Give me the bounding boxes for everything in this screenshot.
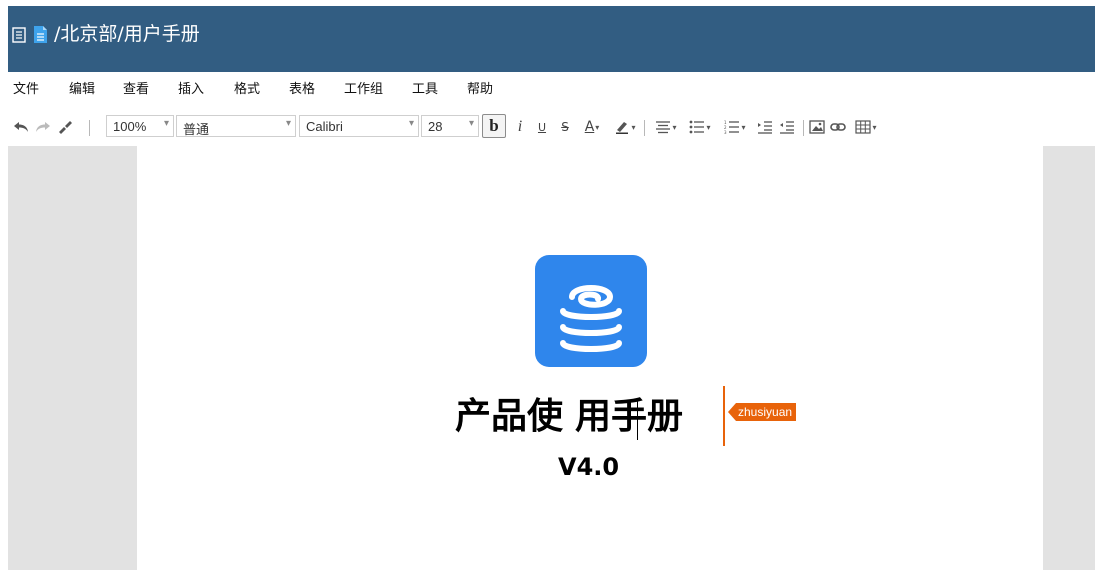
underline-button[interactable]: U bbox=[534, 115, 550, 139]
menu-help[interactable]: 帮助 bbox=[467, 82, 493, 98]
redo-icon[interactable] bbox=[34, 115, 52, 139]
collaborator-cursor bbox=[723, 386, 725, 446]
highlight-icon bbox=[616, 122, 629, 134]
indent-decrease-icon[interactable] bbox=[778, 115, 796, 139]
document-icon bbox=[34, 26, 47, 43]
text-cursor bbox=[637, 398, 638, 440]
collaborator-label: zhusiyuan bbox=[728, 403, 797, 421]
chevron-down-icon: ▾ bbox=[285, 118, 291, 129]
font-color-icon: A bbox=[584, 119, 595, 135]
highlight-button[interactable]: ▾ bbox=[611, 115, 639, 139]
font-size-select[interactable]: 28 ▾ bbox=[421, 115, 479, 137]
document-title-part1: 产品使 bbox=[455, 396, 564, 437]
insert-image-icon[interactable] bbox=[808, 115, 826, 139]
document-list-icon[interactable] bbox=[12, 27, 26, 43]
align-button[interactable]: ▾ bbox=[652, 115, 680, 139]
app-logo-icon bbox=[535, 255, 647, 367]
menu-bar: 文件 编辑 查看 插入 格式 表格 工作组 工具 帮助 bbox=[8, 72, 1095, 106]
menu-table[interactable]: 表格 bbox=[289, 82, 315, 98]
collaborator-flag-arrow bbox=[728, 403, 736, 421]
document-version[interactable]: V4.0 bbox=[558, 451, 619, 483]
document-title-part2: 用手册 bbox=[575, 396, 684, 437]
paragraph-style-select[interactable]: 普通 ▾ bbox=[176, 115, 296, 137]
numbered-list-icon: 123 bbox=[724, 120, 740, 134]
svg-text:3: 3 bbox=[724, 130, 727, 134]
chevron-down-icon: ▾ bbox=[408, 118, 414, 129]
undo-icon[interactable] bbox=[12, 115, 30, 139]
numbered-list-button[interactable]: 1 2 3 ▾ bbox=[720, 115, 750, 139]
bold-button[interactable]: b bbox=[482, 114, 506, 138]
collaborator-name: zhusiyuan bbox=[736, 403, 797, 421]
indent-increase-icon[interactable] bbox=[756, 115, 774, 139]
font-family-select[interactable]: Calibri ▾ bbox=[299, 115, 419, 137]
strikethrough-button[interactable]: S bbox=[557, 115, 573, 139]
menu-edit[interactable]: 编辑 bbox=[69, 82, 95, 98]
bullet-list-button[interactable]: ▾ bbox=[685, 115, 715, 139]
chevron-down-icon: ▾ bbox=[468, 118, 474, 129]
table-icon bbox=[855, 120, 872, 134]
title-bar: /北京部/用户手册 bbox=[8, 6, 1095, 72]
menu-file[interactable]: 文件 bbox=[13, 82, 39, 98]
bullet-list-icon bbox=[690, 120, 705, 134]
format-painter-icon[interactable] bbox=[56, 115, 74, 139]
table-button[interactable]: ▾ bbox=[851, 115, 881, 139]
document-path-title: /北京部/用户手册 bbox=[54, 23, 200, 45]
menu-tools[interactable]: 工具 bbox=[412, 82, 438, 98]
toolbar: 100% ▾ 普通 ▾ Calibri ▾ 28 ▾ b i U S A ▾ ▾ ▾ ▾ … bbox=[8, 112, 1095, 146]
document-title[interactable]: 产品使 用手册 bbox=[455, 395, 683, 439]
font-color-button[interactable]: A ▾ bbox=[580, 115, 604, 139]
align-icon bbox=[656, 121, 671, 134]
menu-insert[interactable]: 插入 bbox=[178, 82, 204, 98]
menu-view[interactable]: 查看 bbox=[123, 82, 149, 98]
menu-workgroup[interactable]: 工作组 bbox=[344, 82, 383, 98]
italic-button[interactable]: i bbox=[513, 115, 527, 139]
menu-format[interactable]: 格式 bbox=[234, 82, 260, 98]
link-icon[interactable] bbox=[829, 115, 847, 139]
chevron-down-icon: ▾ bbox=[163, 118, 169, 129]
zoom-select[interactable]: 100% ▾ bbox=[106, 115, 174, 137]
